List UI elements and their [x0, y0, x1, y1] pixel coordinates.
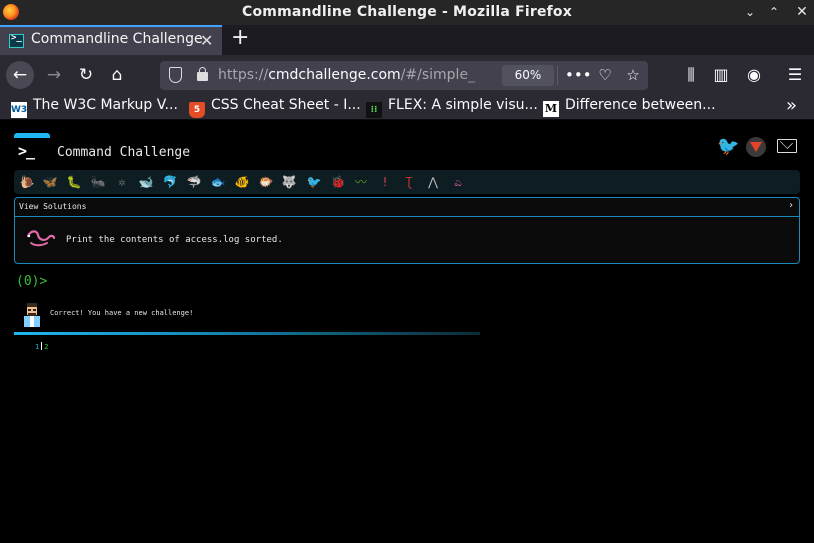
medium-icon: M	[543, 101, 559, 117]
mail-icon[interactable]	[777, 139, 797, 153]
page-content: >_ Command Challenge 🐦 🐌 🦋 🐛 🐜 ✲ 🐋 🐬 🦈 🐟…	[0, 121, 814, 543]
back-button[interactable]: ←	[6, 61, 34, 89]
avatar	[24, 303, 40, 327]
url-bar[interactable]: https://cmdchallenge.com/#/simple_ 60% •…	[160, 61, 648, 90]
close-window-button[interactable]: ✕	[793, 4, 811, 20]
bookmarks-toolbar: W3 The W3C Markup V... 5 CSS Cheat Sheet -…	[0, 95, 814, 120]
moth-icon[interactable]: ⋀	[424, 174, 442, 190]
level-current[interactable]: 2	[44, 343, 48, 351]
lock-icon[interactable]	[197, 67, 208, 81]
bookmark-css-cheat-sheet[interactable]: 5 CSS Cheat Sheet - I...	[189, 97, 361, 118]
whale-icon[interactable]: 🐋	[137, 174, 155, 190]
account-icon[interactable]: ◉	[743, 65, 765, 85]
bird-icon[interactable]: 🐦	[305, 174, 323, 190]
ant-icon[interactable]: 🐜	[89, 174, 107, 190]
bookmark-star-icon[interactable]: ☆	[622, 66, 644, 85]
logo-tab-accent	[14, 133, 50, 138]
url-text[interactable]: https://cmdchallenge.com/#/simple_	[218, 67, 498, 83]
puffer-fish-icon[interactable]: 🐡	[257, 174, 275, 190]
view-solutions-header[interactable]: View Solutions ›	[15, 198, 799, 217]
new-tab-button[interactable]: +	[231, 27, 249, 49]
bookmark-flex[interactable]: ⁝⁝ FLEX: A simple visu...	[366, 97, 538, 118]
terminal-prompt-icon: >_	[18, 142, 35, 160]
level-cursor	[41, 342, 43, 350]
urlbar-separator	[557, 66, 558, 85]
challenge-task-text: Print the contents of access.log sorted.	[66, 235, 283, 245]
chevron-right-icon[interactable]: ›	[788, 200, 794, 211]
menu-icon[interactable]: ☰	[784, 65, 806, 85]
tab-close-icon[interactable]: ✕	[200, 31, 213, 50]
tab-commandline-challenge[interactable]: Commandline Challenge ✕	[0, 25, 222, 55]
forward-button[interactable]: →	[40, 61, 68, 89]
dolphin-icon[interactable]: 🐬	[161, 174, 179, 190]
bookmark-w3c[interactable]: W3 The W3C Markup V...	[11, 97, 178, 118]
caterpillar-icon[interactable]: 🐛	[65, 174, 83, 190]
fish-icon[interactable]: 🐟	[209, 174, 227, 190]
worm-icon	[26, 230, 56, 247]
tab-title: Commandline Challenge	[31, 31, 203, 47]
window-titlebar: Commandline Challenge - Mozilla Firefox …	[0, 0, 814, 25]
success-message: Correct! You have a new challenge!	[50, 309, 194, 317]
page-actions-icon[interactable]: •••	[565, 66, 592, 85]
butterfly-icon[interactable]: 🦋	[41, 174, 59, 190]
home-button[interactable]: ⌂	[103, 61, 131, 89]
level-completed[interactable]: 1	[35, 343, 39, 351]
flex-icon: ⁝⁝	[366, 102, 382, 118]
progress-bar	[14, 332, 480, 335]
worm-icon[interactable]: 〰	[352, 174, 370, 190]
gitlab-icon[interactable]	[746, 137, 766, 157]
level-indicator: 12	[35, 342, 48, 351]
bookmark-label: FLEX: A simple visu...	[388, 97, 538, 113]
site-title: Command Challenge	[57, 145, 191, 160]
spider-icon[interactable]: ✲	[113, 174, 131, 190]
sidebar-icon[interactable]: ▥	[710, 65, 732, 85]
bookmark-label: The W3C Markup V...	[33, 97, 178, 113]
challenge-icons-bar: 🐌 🦋 🐛 🐜 ✲ 🐋 🐬 🦈 🐟 🐠 🐡 🐺 🐦 🐞 〰 ǃ Ʈ ⋀ ಎ	[14, 170, 800, 194]
tab-strip: Commandline Challenge ✕ +	[0, 25, 814, 55]
bookmark-label: CSS Cheat Sheet - I...	[211, 97, 361, 113]
minimize-button[interactable]: ⌄	[741, 4, 759, 20]
crane-fly-icon[interactable]: Ʈ	[400, 174, 418, 190]
url-fade	[460, 65, 505, 86]
maximize-button[interactable]: ⌃	[765, 4, 783, 20]
tracking-protection-shield-icon[interactable]	[169, 67, 182, 83]
twitter-icon[interactable]: 🐦	[717, 137, 739, 157]
view-solutions-label: View Solutions	[19, 202, 87, 211]
candle-icon[interactable]: ǃ	[376, 174, 394, 190]
bookmarks-overflow-chevron-icon[interactable]: »	[786, 95, 797, 116]
zoom-level-button[interactable]: 60%	[502, 65, 554, 86]
tropical-fish-icon[interactable]: 🐠	[233, 174, 251, 190]
url-host: cmdchallenge.com	[268, 67, 401, 83]
window-title: Commandline Challenge - Mozilla Firefox	[242, 4, 572, 20]
navigation-toolbar: ← → ↻ ⌂ https://cmdchallenge.com/#/simpl…	[0, 55, 814, 95]
url-scheme: https://	[218, 67, 269, 83]
snail-icon[interactable]: 🐌	[18, 174, 36, 190]
html5-icon: 5	[189, 102, 205, 118]
snake-icon[interactable]: ಎ	[449, 174, 467, 190]
cmdchallenge-favicon-icon	[9, 33, 24, 48]
reload-button[interactable]: ↻	[72, 61, 100, 89]
challenge-panel: View Solutions › Print the contents of a…	[14, 197, 800, 264]
wolf-icon[interactable]: 🐺	[280, 174, 298, 190]
bookmark-difference-between[interactable]: M Difference between...	[543, 97, 716, 117]
library-icon[interactable]: ⫼	[680, 65, 702, 85]
bookmark-label: Difference between...	[565, 97, 716, 113]
w3c-icon: W3	[11, 102, 27, 118]
ladybug-icon[interactable]: 🐞	[329, 174, 347, 190]
terminal-prompt[interactable]: (0)>	[16, 274, 47, 289]
shark-icon[interactable]: 🦈	[185, 174, 203, 190]
site-logo[interactable]: >_	[14, 133, 50, 163]
pocket-icon[interactable]: ♡	[594, 66, 616, 85]
